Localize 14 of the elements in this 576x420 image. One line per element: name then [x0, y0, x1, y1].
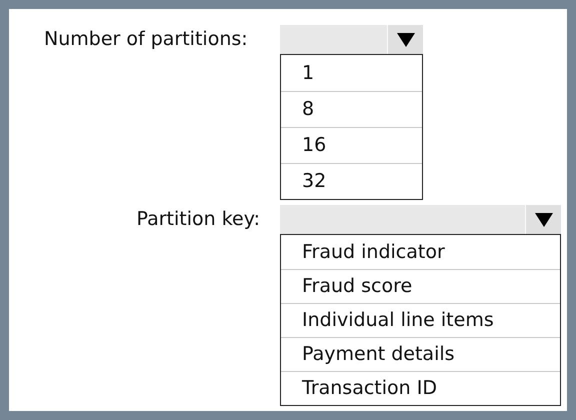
field-label: Number of partitions: [44, 28, 248, 50]
dropdown-arrow-icon [534, 212, 552, 226]
dropdown-option[interactable]: Individual line items [281, 303, 560, 337]
dropdown-option[interactable]: Fraud score [281, 269, 560, 303]
dropdown-option[interactable]: 32 [281, 163, 422, 199]
field-label: Partition key: [136, 208, 260, 230]
dropdown-arrow-icon [396, 32, 414, 46]
dropdown[interactable] [280, 25, 423, 54]
dropdown-option[interactable]: Fraud indicator [281, 235, 560, 269]
dropdown-option[interactable]: Payment details [281, 337, 560, 371]
dropdown-option[interactable]: 1 [281, 55, 422, 91]
dropdown-option[interactable]: 8 [281, 91, 422, 127]
dropdown-option[interactable]: 16 [281, 127, 422, 163]
dropdown-option[interactable]: Transaction ID [281, 371, 560, 405]
